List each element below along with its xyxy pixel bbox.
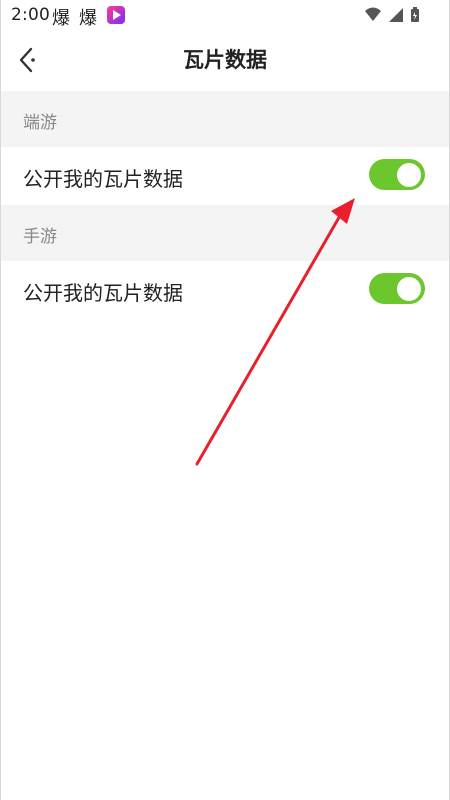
wifi-icon: [365, 7, 381, 21]
battery-icon: [411, 7, 419, 22]
settings-screen: 2:00 爆 爆 瓦片数据 端游 公开我的瓦片数据 手游 公开我的瓦片数据: [0, 0, 450, 800]
setting-label: 公开我的瓦片数据: [23, 281, 183, 305]
public-data-toggle[interactable]: [369, 159, 425, 190]
toggle-knob: [397, 276, 421, 301]
page-title: 瓦片数据: [183, 48, 267, 72]
section-header-mobile: 手游: [1, 205, 449, 261]
notification-icon: 爆: [79, 8, 97, 29]
status-time: 2:00: [11, 5, 50, 25]
signal-icon: [389, 8, 403, 22]
public-data-toggle[interactable]: [369, 273, 425, 304]
app-header: 瓦片数据: [1, 30, 449, 90]
notification-icon: 爆: [52, 8, 70, 29]
toggle-knob: [397, 162, 421, 187]
setting-label: 公开我的瓦片数据: [23, 167, 183, 191]
setting-row: 公开我的瓦片数据: [1, 147, 449, 205]
section-title: 端游: [23, 113, 57, 133]
status-icons: [363, 6, 443, 24]
section-title: 手游: [23, 227, 57, 247]
setting-row: 公开我的瓦片数据: [1, 261, 449, 319]
section-header-pc: 端游: [1, 91, 449, 147]
status-bar: 2:00 爆 爆: [1, 0, 449, 30]
video-app-icon: [107, 6, 125, 24]
